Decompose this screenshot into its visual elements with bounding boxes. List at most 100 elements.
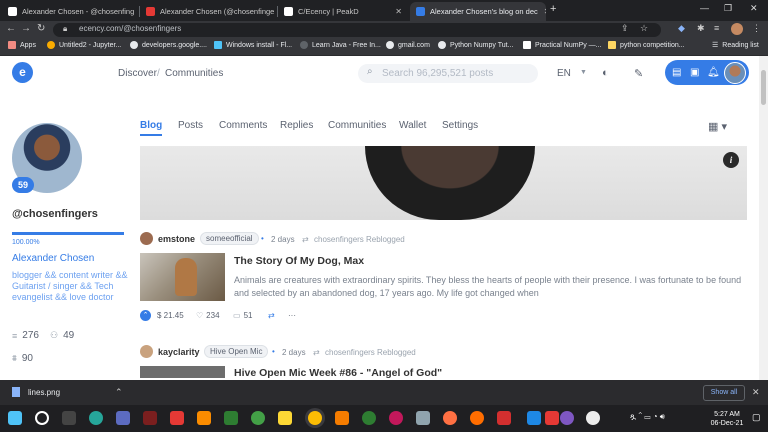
entry-title[interactable]: The Story Of My Dog, Max [234, 255, 364, 267]
tab-replies[interactable]: Replies [280, 120, 313, 131]
wallet-icon[interactable]: ▤ [672, 67, 681, 78]
entry-summary[interactable]: Animals are creatures with extraordinary… [234, 274, 746, 300]
reading-mode-icon[interactable]: ≡ [714, 23, 719, 33]
pencil-icon[interactable]: ✎ [634, 67, 643, 80]
windows-start-icon[interactable] [8, 411, 22, 425]
vlc-icon[interactable] [197, 411, 211, 425]
bookmark-apps[interactable]: Apps [8, 41, 36, 49]
bookmark-item[interactable]: Untitled2 - Jupyter... [47, 41, 121, 49]
entry-comments[interactable]: ▭ 51 [233, 311, 252, 320]
tab-posts[interactable]: Posts [178, 120, 203, 131]
app-icon[interactable] [224, 411, 238, 425]
download-filename[interactable]: lines.png [28, 388, 60, 397]
extensions-puzzle-icon[interactable]: ✱ [697, 23, 705, 34]
ecency-logo[interactable]: e [12, 62, 33, 83]
app-icon[interactable] [545, 411, 559, 425]
more-menu[interactable]: ··· [288, 311, 296, 320]
close-icon[interactable]: ✕ [752, 387, 760, 398]
bookmark-item[interactable]: Windows install - Fl... [214, 41, 292, 49]
show-all-button[interactable]: Show all [703, 385, 745, 401]
language-select[interactable]: EN [557, 68, 571, 79]
user-avatar[interactable] [724, 62, 746, 84]
new-tab-button[interactable]: + [550, 3, 556, 15]
bookmark-item[interactable]: Learn Java - Free In... [300, 41, 381, 49]
app-icon[interactable] [278, 411, 292, 425]
entry-date[interactable]: 2 days [282, 348, 306, 357]
bookmark-item[interactable]: developers.google.... [130, 41, 207, 49]
followers-stat[interactable]: ≡ 276 [12, 330, 39, 341]
app-icon[interactable] [335, 411, 349, 425]
reblog-button-icon[interactable]: ⇄ [268, 311, 275, 320]
back-icon[interactable]: ← [6, 23, 16, 34]
info-icon[interactable]: i [723, 152, 739, 168]
entry-community[interactable]: Hive Open Mic [204, 345, 269, 358]
tab-comments[interactable]: Comments [219, 120, 267, 131]
bookmark-item[interactable]: gmail.com [386, 41, 430, 49]
tab-blog[interactable]: Blog [140, 120, 162, 131]
app-icon[interactable] [560, 411, 574, 425]
nav-discover[interactable]: Discover [118, 68, 157, 79]
extension-icon[interactable]: ◆ [678, 23, 685, 34]
chevron-down-icon[interactable]: ▼ [580, 69, 587, 76]
bookmark-item[interactable]: Python Numpy Tut... [438, 41, 513, 49]
browser-tab-active[interactable]: Alexander Chosen's blog on dec ✕ [410, 2, 546, 21]
tab-communities[interactable]: Communities [328, 120, 386, 131]
upvote-icon[interactable]: ⌃ [140, 310, 151, 321]
clock[interactable]: 5:27 AM 06-Dec-21 [707, 410, 747, 428]
menu-kebab-icon[interactable]: ⋮ [752, 23, 761, 34]
entry-community[interactable]: someeofficial [200, 232, 259, 245]
firefox-icon[interactable] [443, 411, 457, 425]
tab-close-icon[interactable]: ✕ [389, 7, 402, 16]
following-stat[interactable]: ⚇ 49 [50, 330, 74, 341]
browser-tab-2[interactable]: Alexander Chosen (@chosenfinge ✕ [140, 2, 278, 21]
tray-icons[interactable]: ጿ ⌃ ▭ ◔ 🔊︎ [630, 412, 665, 422]
entry-title[interactable]: Hive Open Mic Week #86 - "Angel of God" [234, 367, 442, 380]
app-icon[interactable] [251, 411, 265, 425]
store-icon[interactable] [116, 411, 130, 425]
app-icon[interactable] [170, 411, 184, 425]
chrome-icon[interactable] [308, 411, 322, 425]
entry-date[interactable]: 2 days [271, 235, 295, 244]
bookmark-icon[interactable]: ▣ [690, 67, 699, 78]
close-window-icon[interactable]: ✕ [750, 3, 758, 14]
entry-author[interactable]: kayclarity [158, 347, 200, 357]
entry-votes[interactable]: ♡ 234 [196, 311, 220, 320]
app-icon[interactable] [362, 411, 376, 425]
bookmark-item[interactable]: Practical NumPy —... [523, 41, 602, 49]
word-icon[interactable] [527, 411, 541, 425]
share-icon[interactable]: ⇪ [621, 23, 629, 34]
lock-icon[interactable]: 🔒︎ [63, 24, 67, 34]
entry-payout[interactable]: $ 21.45 [157, 311, 184, 320]
bookmark-star-icon[interactable]: ☆ [640, 23, 648, 34]
minimize-icon[interactable]: — [700, 3, 709, 13]
browser-tab-3[interactable]: C/Ecency | PeakD ✕ [278, 2, 408, 21]
nav-communities[interactable]: Communities [165, 68, 223, 79]
notification-icon[interactable]: ▢ [752, 412, 761, 423]
edge-icon[interactable] [89, 411, 103, 425]
bookmark-item[interactable]: python competition... [608, 41, 685, 49]
reload-icon[interactable]: ↻ [37, 23, 45, 34]
task-view-icon[interactable] [62, 411, 76, 425]
chevron-up-icon[interactable]: ⌃ [115, 387, 123, 398]
browser-tab-1[interactable]: Alexander Chosen - @chosenfing ✕ [2, 2, 140, 21]
bell-icon[interactable]: 🔔︎ [707, 67, 720, 78]
pdf-icon[interactable] [497, 411, 511, 425]
author-avatar[interactable] [140, 345, 153, 358]
entry-author[interactable]: emstone [158, 234, 195, 244]
tab-close-icon[interactable]: ✕ [538, 7, 546, 16]
author-avatar[interactable] [140, 232, 153, 245]
profile-avatar-icon[interactable] [731, 23, 743, 35]
maximize-icon[interactable]: ❐ [724, 3, 732, 14]
app-icon[interactable] [389, 411, 403, 425]
app-icon[interactable] [416, 411, 430, 425]
scrollbar-thumb[interactable] [761, 70, 766, 105]
forward-icon[interactable]: → [21, 23, 31, 34]
tab-wallet[interactable]: Wallet [399, 120, 426, 131]
view-mode-grid-icon[interactable]: ▦ ▾ [708, 120, 727, 133]
app-icon[interactable] [470, 411, 484, 425]
theme-toggle-icon[interactable]: ◐ [602, 67, 609, 79]
tab-settings[interactable]: Settings [442, 120, 478, 131]
app-icon[interactable] [586, 411, 600, 425]
reading-list[interactable]: ☰ Reading list [712, 41, 759, 50]
search-icon[interactable] [35, 411, 49, 425]
